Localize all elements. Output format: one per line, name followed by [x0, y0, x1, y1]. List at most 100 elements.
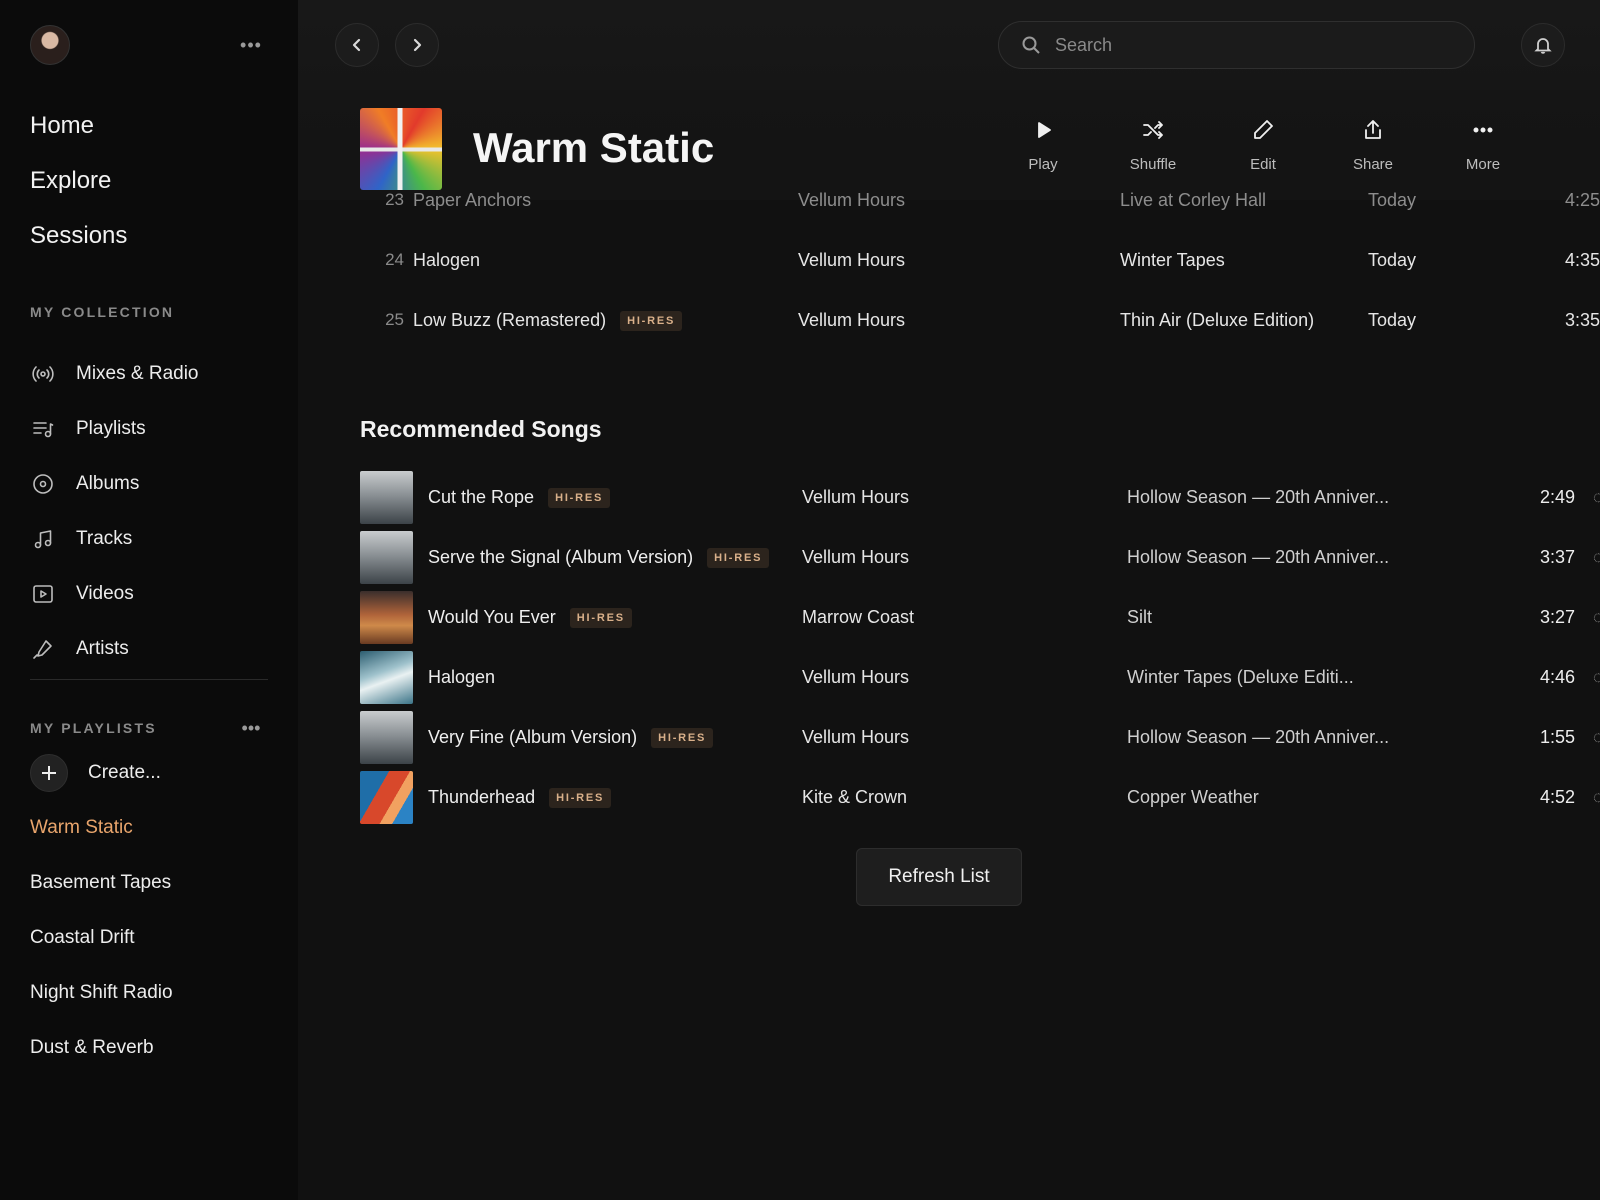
sidebar-item-label: Mixes & Radio [76, 362, 199, 384]
song-title-cell: Thunderhead HI-RES [428, 784, 612, 810]
table-row[interactable]: 24 Halogen Vellum Hours Winter Tapes Tod… [360, 246, 1600, 306]
pencil-icon [1254, 120, 1273, 139]
song-album[interactable]: Hollow Season — 20th Anniver... [1127, 484, 1389, 510]
list-item[interactable]: Serve the Signal (Album Version) HI-RES V… [360, 530, 1600, 590]
song-artist[interactable]: Vellum Hours [802, 484, 909, 510]
song-album[interactable]: Hollow Season — 20th Anniver... [1127, 724, 1389, 750]
sidebar-item-artists[interactable]: Artists [30, 621, 270, 676]
song-artist[interactable]: Kite & Crown [802, 784, 907, 810]
add-icon[interactable]: ◌ [1593, 484, 1600, 510]
create-playlist-button[interactable]: Create... [30, 754, 161, 792]
nav-explore[interactable]: Explore [30, 161, 127, 216]
song-title: Very Fine (Album Version) [428, 727, 638, 747]
song-duration: 1:55 [1539, 727, 1575, 747]
track-artist[interactable]: Vellum Hours [798, 186, 905, 214]
nav-home[interactable]: Home [30, 106, 127, 161]
recommended-heading: Recommended Songs [360, 416, 602, 442]
add-icon[interactable]: ◌ [1593, 724, 1600, 750]
notifications-button[interactable] [1521, 23, 1565, 67]
refresh-list-button[interactable]: Refresh List [856, 848, 1022, 906]
list-item[interactable]: Would You Ever HI-RES Marrow Coast Silt 3… [360, 590, 1600, 650]
song-title-cell: Very Fine (Album Version) HI-RES [428, 724, 714, 750]
play-button[interactable]: Play [988, 118, 1098, 173]
track-album[interactable]: Thin Air (Deluxe Edition) [1120, 306, 1314, 334]
song-duration: 2:49 [1539, 487, 1575, 507]
song-title-cell: Would You Ever HI-RES [428, 604, 632, 630]
search-icon [1022, 36, 1040, 54]
sidebar-item-label: Videos [76, 582, 134, 604]
chevron-left-icon [352, 38, 361, 52]
share-button[interactable]: Share [1318, 118, 1428, 173]
track-album[interactable]: Live at Corley Hall [1120, 186, 1266, 214]
sidebar-playlist-night-shift-radio[interactable]: Night Shift Radio [30, 979, 173, 1034]
add-icon[interactable]: ◌ [1593, 544, 1600, 570]
song-album[interactable]: Copper Weather [1127, 784, 1259, 810]
track-artist[interactable]: Vellum Hours [798, 306, 905, 334]
hi-res-badge: HI-RES [549, 788, 612, 808]
track-date-added: Today [1368, 190, 1417, 210]
song-thumbnail [360, 471, 413, 524]
hi-res-badge: HI-RES [651, 728, 714, 748]
back-button[interactable] [335, 23, 379, 67]
song-title: Halogen [428, 667, 496, 687]
song-duration: 3:27 [1539, 607, 1575, 627]
song-thumbnail [360, 711, 413, 764]
playlist-actions: Play Shuffle Edit Share More [988, 118, 1538, 173]
edit-button[interactable]: Edit [1208, 118, 1318, 173]
nav-sessions[interactable]: Sessions [30, 216, 127, 271]
song-artist[interactable]: Marrow Coast [802, 604, 914, 630]
table-row[interactable]: 23 Paper Anchors Vellum Hours Live at Co… [360, 186, 1600, 246]
song-artist[interactable]: Vellum Hours [802, 544, 909, 570]
song-duration: 3:37 [1539, 547, 1575, 567]
playlist-icon [30, 416, 56, 442]
list-item[interactable]: Cut the Rope HI-RES Vellum Hours Hollow S… [360, 470, 1600, 530]
album-icon [30, 471, 56, 497]
shuffle-label: Shuffle [1129, 156, 1177, 173]
song-title: Cut the Rope [428, 487, 535, 507]
search-bar[interactable] [998, 21, 1475, 69]
track-album[interactable]: Winter Tapes [1120, 246, 1225, 274]
list-item[interactable]: Halogen Vellum Hours Winter Tapes (Delux… [360, 650, 1600, 710]
track-artist[interactable]: Vellum Hours [798, 246, 905, 274]
song-artist[interactable]: Vellum Hours [802, 664, 909, 690]
song-album[interactable]: Silt [1127, 604, 1152, 630]
sidebar-playlist-basement-tapes[interactable]: Basement Tapes [30, 869, 173, 924]
track-title: Low Buzz (Remastered) [413, 310, 607, 330]
more-icon [1473, 127, 1493, 133]
list-item[interactable]: Thunderhead HI-RES Kite & Crown Copper We… [360, 770, 1600, 830]
song-album[interactable]: Hollow Season — 20th Anniver... [1127, 544, 1389, 570]
add-icon[interactable]: ◌ [1593, 664, 1600, 690]
search-input[interactable] [1055, 34, 1455, 56]
table-row[interactable]: 25 Low Buzz (Remastered) HI-RES Vellum Ho… [360, 306, 1600, 366]
track-duration: 4:35 [1564, 250, 1600, 270]
sidebar-item-albums[interactable]: Albums [30, 456, 270, 511]
play-icon [1038, 122, 1051, 138]
more-options-icon[interactable]: ••• [238, 36, 264, 54]
song-duration: 4:46 [1539, 667, 1575, 687]
list-item[interactable]: Very Fine (Album Version) HI-RES Vellum H… [360, 710, 1600, 770]
sidebar-item-playlists[interactable]: Playlists [30, 401, 270, 456]
track-duration: 4:25 [1564, 190, 1600, 210]
track-duration: 3:35 [1564, 310, 1600, 330]
more-button[interactable]: More [1428, 118, 1538, 173]
track-title-cell: Low Buzz (Remastered) HI-RES [413, 306, 683, 334]
shuffle-button[interactable]: Shuffle [1098, 118, 1208, 173]
sidebar-item-label: Artists [76, 637, 129, 659]
song-artist[interactable]: Vellum Hours [802, 724, 909, 750]
sidebar-playlist-coastal-drift[interactable]: Coastal Drift [30, 924, 173, 979]
song-thumbnail [360, 531, 413, 584]
microphone-icon [30, 636, 56, 662]
sidebar-playlist-dust-reverb[interactable]: Dust & Reverb [30, 1034, 173, 1089]
collection-section-label: MY COLLECTION [30, 304, 175, 320]
sidebar-item-tracks[interactable]: Tracks [30, 511, 270, 566]
forward-button[interactable] [395, 23, 439, 67]
main-nav: Home Explore Sessions [30, 106, 127, 271]
sidebar-item-videos[interactable]: Videos [30, 566, 270, 621]
sidebar-playlist-warm-static[interactable]: Warm Static [30, 814, 173, 869]
avatar[interactable] [30, 25, 70, 65]
playlists-more-icon[interactable]: ••• [238, 719, 264, 737]
song-album[interactable]: Winter Tapes (Deluxe Editi... [1127, 664, 1354, 690]
add-icon[interactable]: ◌ [1593, 784, 1600, 810]
add-icon[interactable]: ◌ [1593, 604, 1600, 630]
sidebar-item-mixes-radio[interactable]: Mixes & Radio [30, 346, 270, 401]
